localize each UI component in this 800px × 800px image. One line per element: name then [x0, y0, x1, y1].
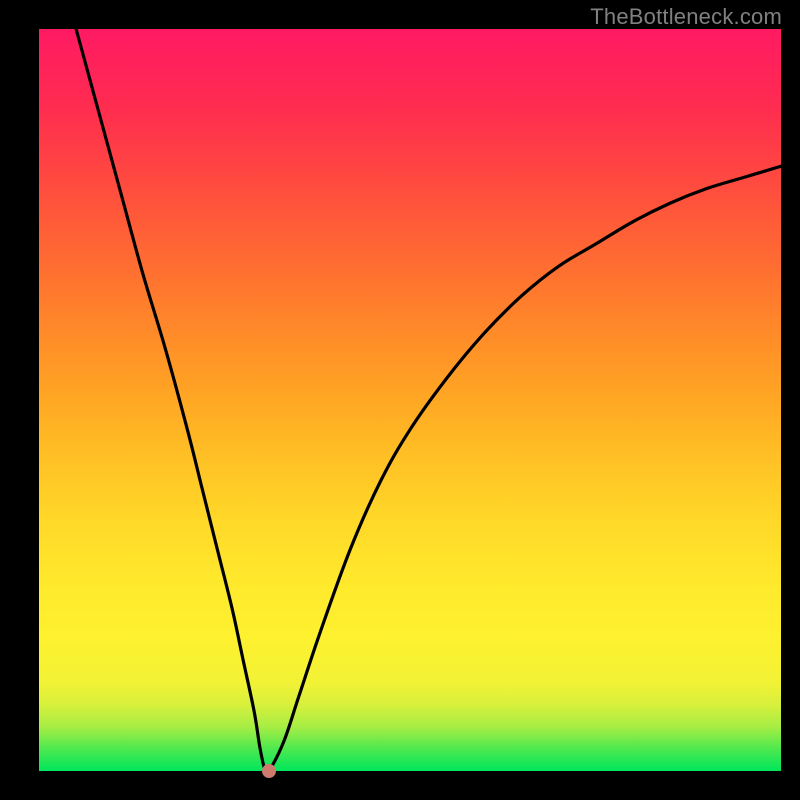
bottleneck-curve [39, 29, 781, 771]
minimum-marker [262, 764, 276, 778]
watermark-text: TheBottleneck.com [590, 4, 782, 30]
plot-area [39, 29, 781, 771]
curve-path [76, 29, 781, 775]
chart-stage: TheBottleneck.com [0, 0, 800, 800]
